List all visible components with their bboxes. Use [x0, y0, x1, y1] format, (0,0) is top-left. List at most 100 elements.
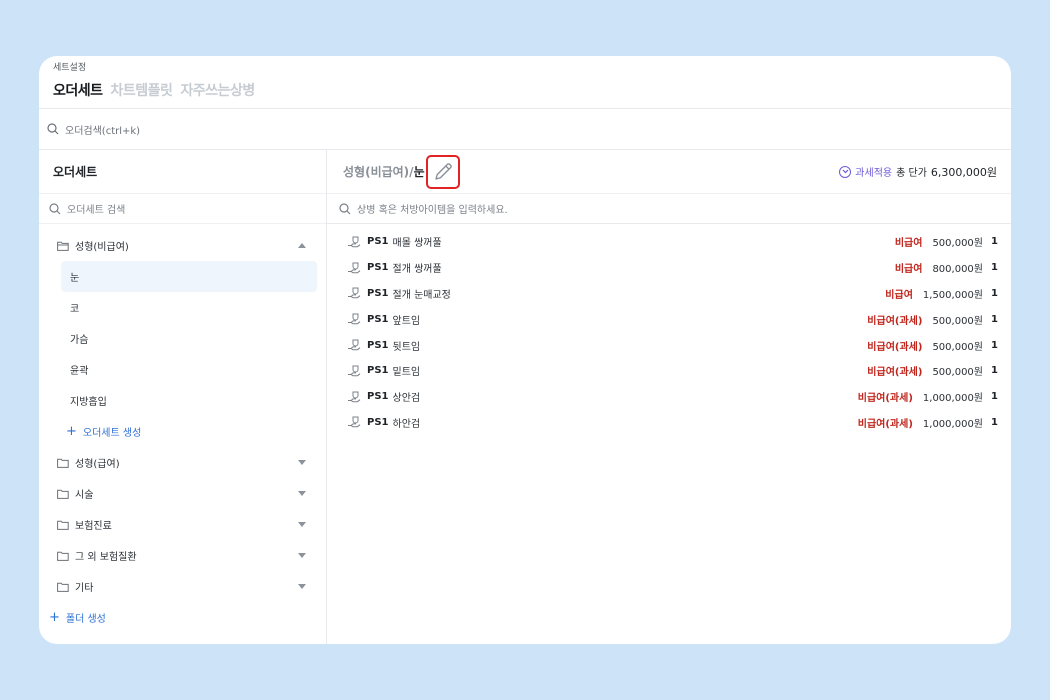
prescription-hand-icon	[348, 287, 361, 299]
order-name: 하안검	[392, 418, 421, 430]
edit-name-button[interactable]	[425, 154, 460, 189]
search-icon	[49, 202, 61, 214]
prescription-hand-icon	[348, 236, 361, 248]
sidebar-item-eye[interactable]: 눈	[61, 261, 317, 292]
order-price: 500,000원	[932, 238, 983, 250]
order-row[interactable]: PS1 매몰 쌍꺼풀 비급여 500,000원 1	[327, 229, 1011, 255]
prescription-hand-icon	[348, 339, 361, 351]
coverage-type: 비급여(과세)	[867, 367, 923, 379]
order-set-panel: 세트설정 오더세트 차트템플릿 자주쓰는상병 오더검색(ctrl+k) 오더세트…	[39, 56, 1011, 644]
coverage-type: 비급여(과세)	[867, 341, 923, 353]
order-search[interactable]: 오더검색(ctrl+k)	[39, 109, 1011, 150]
plus-icon: +	[66, 423, 77, 439]
folder-name: 성형(급여)	[75, 459, 120, 470]
order-row[interactable]: PS1 절개 눈매교정 비급여 1,500,000원 1	[327, 281, 1011, 307]
coverage-type: 비급여(과세)	[857, 393, 913, 405]
folder-icon	[57, 458, 69, 468]
order-name: 상안검	[392, 393, 421, 405]
order-price: 800,000원	[932, 264, 983, 276]
order-code: PS1	[367, 416, 389, 428]
order-code: PS1	[367, 262, 389, 274]
breadcrumb: 세트설정	[53, 63, 87, 73]
order-quantity: 1	[991, 313, 998, 325]
tax-summary: 과세적용 총 단가 6,300,000원	[839, 164, 997, 180]
add-folder-button[interactable]: + 폴더 생성	[39, 602, 326, 633]
expand-icon[interactable]	[298, 522, 306, 527]
folder-icon	[57, 520, 69, 530]
collapse-icon[interactable]	[298, 243, 306, 248]
folder-open-icon	[57, 241, 69, 251]
order-quantity: 1	[991, 365, 998, 377]
order-quantity: 1	[991, 339, 998, 351]
item-search-input[interactable]: 상병 혹은 처방아이템을 입력하세요.	[357, 201, 508, 216]
item-search[interactable]: 상병 혹은 처방아이템을 입력하세요.	[327, 194, 1011, 224]
order-code: PS1	[367, 287, 389, 299]
sidebar-item-breast[interactable]: 가슴	[39, 323, 326, 354]
prescription-hand-icon	[348, 416, 361, 428]
order-quantity: 1	[991, 262, 998, 274]
pencil-icon	[434, 162, 452, 180]
order-quantity: 1	[991, 391, 998, 403]
folder-name: 기타	[75, 583, 94, 594]
order-code: PS1	[367, 365, 389, 377]
coverage-type: 비급여(과세)	[857, 418, 913, 430]
folder-name: 성형(비급여)	[75, 242, 129, 253]
coverage-type: 비급여(과세)	[867, 315, 923, 327]
order-code: PS1	[367, 236, 389, 248]
coverage-type: 비급여	[885, 289, 913, 301]
folder[interactable]: 기타	[39, 571, 326, 602]
order-price: 1,000,000원	[922, 393, 983, 405]
sidebar-item-nose[interactable]: 코	[39, 292, 326, 323]
folder[interactable]: 시술	[39, 478, 326, 509]
sidebar-title: 오더세트	[39, 150, 326, 194]
expand-icon[interactable]	[298, 460, 306, 465]
tab-frequent-diagnosis[interactable]: 자주쓰는상병	[180, 80, 255, 100]
sidebar-item-contour[interactable]: 윤곽	[39, 354, 326, 385]
folder-name: 그 외 보험질환	[75, 552, 137, 563]
order-code: PS1	[367, 391, 389, 403]
order-row[interactable]: PS1 절개 쌍꺼풀 비급여 800,000원 1	[327, 255, 1011, 281]
order-row[interactable]: PS1 하안검 비급여(과세) 1,000,000원 1	[327, 410, 1011, 436]
order-name: 매몰 쌍꺼풀	[392, 238, 442, 250]
tab-order-set[interactable]: 오더세트	[53, 80, 103, 100]
order-row[interactable]: PS1 밑트임 비급여(과세) 500,000원 1	[327, 358, 1011, 384]
order-price: 500,000원	[932, 315, 983, 327]
order-code: PS1	[367, 339, 389, 351]
order-row[interactable]: PS1 앞트임 비급여(과세) 500,000원 1	[327, 306, 1011, 332]
tax-toggle-icon[interactable]	[839, 165, 852, 178]
folder-icon	[57, 489, 69, 499]
folder-icon	[57, 551, 69, 561]
header: 세트설정 오더세트 차트템플릿 자주쓰는상병	[39, 56, 1011, 109]
order-price: 1,500,000원	[922, 289, 983, 301]
tab-chart-template[interactable]: 차트템플릿	[111, 80, 173, 100]
order-quantity: 1	[991, 236, 998, 248]
sidebar-search[interactable]: 오더세트 검색	[39, 194, 326, 224]
expand-icon[interactable]	[298, 584, 306, 589]
folder[interactable]: 성형(급여)	[39, 447, 326, 478]
sidebar: 오더세트 오더세트 검색 성형(비급여) 눈 코 가슴 윤곽 지방흡입 + 오더…	[39, 150, 327, 644]
folder-icon	[57, 582, 69, 592]
tax-apply-label[interactable]: 과세적용	[855, 164, 892, 179]
total-label: 총 단가	[896, 168, 927, 179]
prescription-hand-icon	[348, 313, 361, 325]
order-quantity: 1	[991, 416, 998, 428]
order-name: 뒷트임	[392, 341, 421, 353]
order-name: 앞트임	[392, 315, 421, 327]
folder[interactable]: 그 외 보험질환	[39, 540, 326, 571]
order-search-input[interactable]: 오더검색(ctrl+k)	[65, 122, 140, 137]
folder-name: 시술	[75, 490, 94, 501]
sidebar-search-input[interactable]: 오더세트 검색	[67, 201, 125, 216]
expand-icon[interactable]	[298, 553, 306, 558]
order-name: 절개 눈매교정	[392, 289, 451, 301]
expand-icon[interactable]	[298, 491, 306, 496]
order-price: 500,000원	[932, 341, 983, 353]
add-order-set-button[interactable]: + 오더세트 생성	[39, 416, 326, 447]
prescription-hand-icon	[348, 391, 361, 402]
order-row[interactable]: PS1 상안검 비급여(과세) 1,000,000원 1	[327, 384, 1011, 410]
sidebar-item-liposuction[interactable]: 지방흡입	[39, 385, 326, 416]
order-row[interactable]: PS1 뒷트임 비급여(과세) 500,000원 1	[327, 332, 1011, 358]
folder[interactable]: 보험진료	[39, 509, 326, 540]
search-icon	[47, 123, 59, 135]
folder-name: 보험진료	[75, 521, 112, 532]
folder-open[interactable]: 성형(비급여)	[39, 230, 326, 261]
